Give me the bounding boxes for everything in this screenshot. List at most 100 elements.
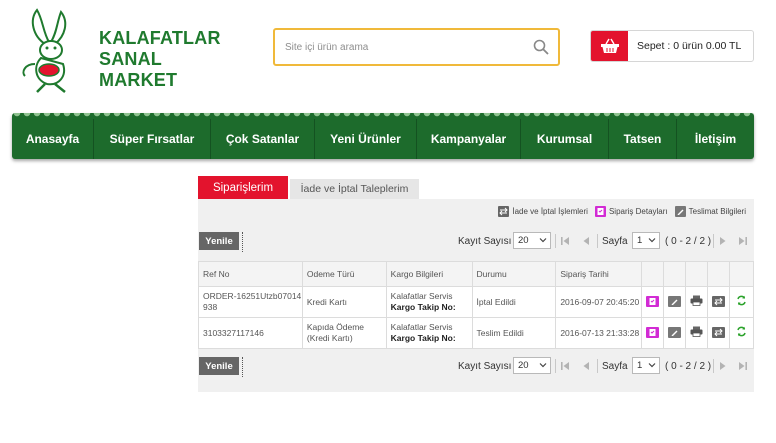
nav-item-new-products[interactable]: Yeni Ürünler	[315, 119, 417, 159]
chevron-down-icon	[648, 238, 656, 243]
edit-icon	[668, 295, 682, 307]
tracking-label: Kargo Takip No:	[390, 333, 456, 343]
order-details-action[interactable]	[641, 317, 665, 349]
page-select-value: 1	[637, 360, 643, 371]
pager-divider	[242, 232, 244, 252]
records-select-value: 20	[518, 235, 529, 246]
pager-bottom: Yenile Kayıt Sayısı 20 Sayfa 1 ( 0 - 2 /…	[198, 357, 754, 379]
table-header-row: Ref No Odeme Türü Kargo Bilgileri Durumu…	[198, 261, 754, 287]
search-input[interactable]	[285, 38, 525, 56]
first-page-icon[interactable]	[557, 358, 573, 374]
delivery-info-icon	[674, 206, 686, 217]
order-ref: 3103327117146	[198, 317, 303, 349]
nav-item-corporate[interactable]: Kurumsal	[521, 119, 609, 159]
return-icon	[712, 326, 726, 338]
col-action	[729, 261, 754, 287]
basket-icon	[591, 31, 628, 61]
chevron-down-icon	[648, 363, 656, 368]
pager-top: Yenile Kayıt Sayısı 20 Sayfa 1 ( 0 - 2 /…	[198, 232, 754, 254]
records-label: Kayıt Sayısı	[458, 361, 512, 372]
return-action[interactable]	[707, 286, 730, 318]
delivery-info-action[interactable]	[663, 317, 687, 349]
order-details-icon	[646, 326, 660, 338]
pager-sep	[713, 234, 714, 248]
next-page-icon[interactable]	[715, 233, 731, 249]
rabbit-logo-icon	[22, 8, 67, 93]
brand-line-1: KALAFATLAR	[99, 28, 221, 48]
legend-details-label: Sipariş Detayları	[608, 207, 668, 216]
order-ref: ORDER-16251Utzb07014938	[198, 286, 303, 318]
reorder-action[interactable]	[729, 317, 754, 349]
page-select-value: 1	[637, 235, 643, 246]
nav-item-home[interactable]: Anasayfa	[12, 119, 94, 159]
nav-item-contact[interactable]: İletişim	[677, 119, 754, 159]
nav-item-campaigns[interactable]: Kampanyalar	[417, 119, 521, 159]
records-select[interactable]: 20	[513, 232, 551, 249]
order-shipping: Kalafatlar Servis Kargo Takip No:	[385, 317, 473, 349]
nav-item-best-sellers[interactable]: Çok Satanlar	[211, 119, 315, 159]
page-label: Sayfa	[602, 361, 628, 372]
records-select[interactable]: 20	[513, 357, 551, 374]
prev-page-icon[interactable]	[578, 233, 594, 249]
records-label: Kayıt Sayısı	[458, 236, 512, 247]
refresh-button[interactable]: Yenile	[199, 232, 239, 250]
refresh-button[interactable]: Yenile	[199, 357, 239, 375]
carrier-name: Kalafatlar Servis	[390, 291, 453, 301]
pager-sep	[597, 234, 598, 248]
nav-item-tatsen[interactable]: Tatsen	[609, 119, 677, 159]
order-payment: Kapıda Ödeme (Kredi Kartı)	[301, 317, 387, 349]
chevron-down-icon	[539, 238, 547, 243]
first-page-icon[interactable]	[557, 233, 573, 249]
records-select-value: 20	[518, 360, 529, 371]
delivery-info-action[interactable]	[663, 286, 687, 318]
col-action	[707, 261, 730, 287]
order-shipping: Kalafatlar Servis Kargo Takip No:	[385, 286, 473, 318]
prev-page-icon[interactable]	[578, 358, 594, 374]
col-action	[663, 261, 687, 287]
page-select[interactable]: 1	[632, 232, 660, 249]
refresh-icon	[735, 326, 748, 337]
order-details-icon	[646, 295, 660, 307]
brand-line-2: SANAL MARKET	[99, 49, 178, 90]
cart-button[interactable]: Sepet : 0 ürün 0.00 TL	[590, 30, 754, 62]
orders-panel: İade ve İptal İşlemleri Sipariş Detaylar…	[198, 199, 754, 392]
page-label: Sayfa	[602, 236, 628, 247]
order-details-icon	[594, 206, 606, 217]
page-info: ( 0 - 2 / 2 )	[665, 361, 712, 372]
print-action[interactable]	[685, 317, 709, 349]
order-details-action[interactable]	[641, 286, 665, 318]
site-logo[interactable]: KALAFATLAR SANAL MARKET	[15, 6, 240, 96]
edit-icon	[668, 326, 682, 338]
search-icon[interactable]	[532, 38, 550, 56]
pager-sep	[555, 359, 556, 373]
table-row: 3103327117146 Kapıda Ödeme (Kredi Kartı)…	[198, 317, 754, 349]
carrier-name: Kalafatlar Servis	[390, 322, 453, 332]
print-action[interactable]	[685, 286, 709, 318]
reorder-action[interactable]	[729, 286, 754, 318]
printer-icon	[690, 326, 703, 337]
last-page-icon[interactable]	[735, 233, 751, 249]
page-select[interactable]: 1	[632, 357, 660, 374]
col-date: Sipariş Tarihi	[555, 261, 643, 287]
next-page-icon[interactable]	[715, 358, 731, 374]
table-row: ORDER-16251Utzb07014938 Kredi Kartı Kala…	[198, 286, 754, 318]
order-status: İptal Edildi	[471, 286, 557, 318]
main-nav: Anasayfa Süper Fırsatlar Çok Satanlar Ye…	[12, 113, 754, 159]
nav-item-super-deals[interactable]: Süper Fırsatlar	[94, 119, 211, 159]
col-ref: Ref No	[198, 261, 303, 287]
icon-legend: İade ve İptal İşlemleri Sipariş Detaylar…	[494, 206, 746, 217]
cart-summary: Sepet : 0 ürün 0.00 TL	[637, 40, 742, 52]
refresh-icon	[735, 295, 748, 306]
tab-returns[interactable]: İade ve İptal Taleplerim	[290, 179, 419, 199]
last-page-icon[interactable]	[735, 358, 751, 374]
col-shipping: Kargo Bilgileri	[385, 261, 473, 287]
printer-icon	[690, 295, 703, 306]
tab-my-orders[interactable]: Siparişlerim	[198, 176, 288, 199]
return-action[interactable]	[707, 317, 730, 349]
order-date: 2016-07-13 21:33:28	[555, 317, 643, 349]
col-action	[641, 261, 665, 287]
order-status: Teslim Edildi	[471, 317, 557, 349]
return-icon	[712, 295, 726, 307]
pager-sep	[713, 359, 714, 373]
tracking-label: Kargo Takip No:	[390, 302, 456, 312]
